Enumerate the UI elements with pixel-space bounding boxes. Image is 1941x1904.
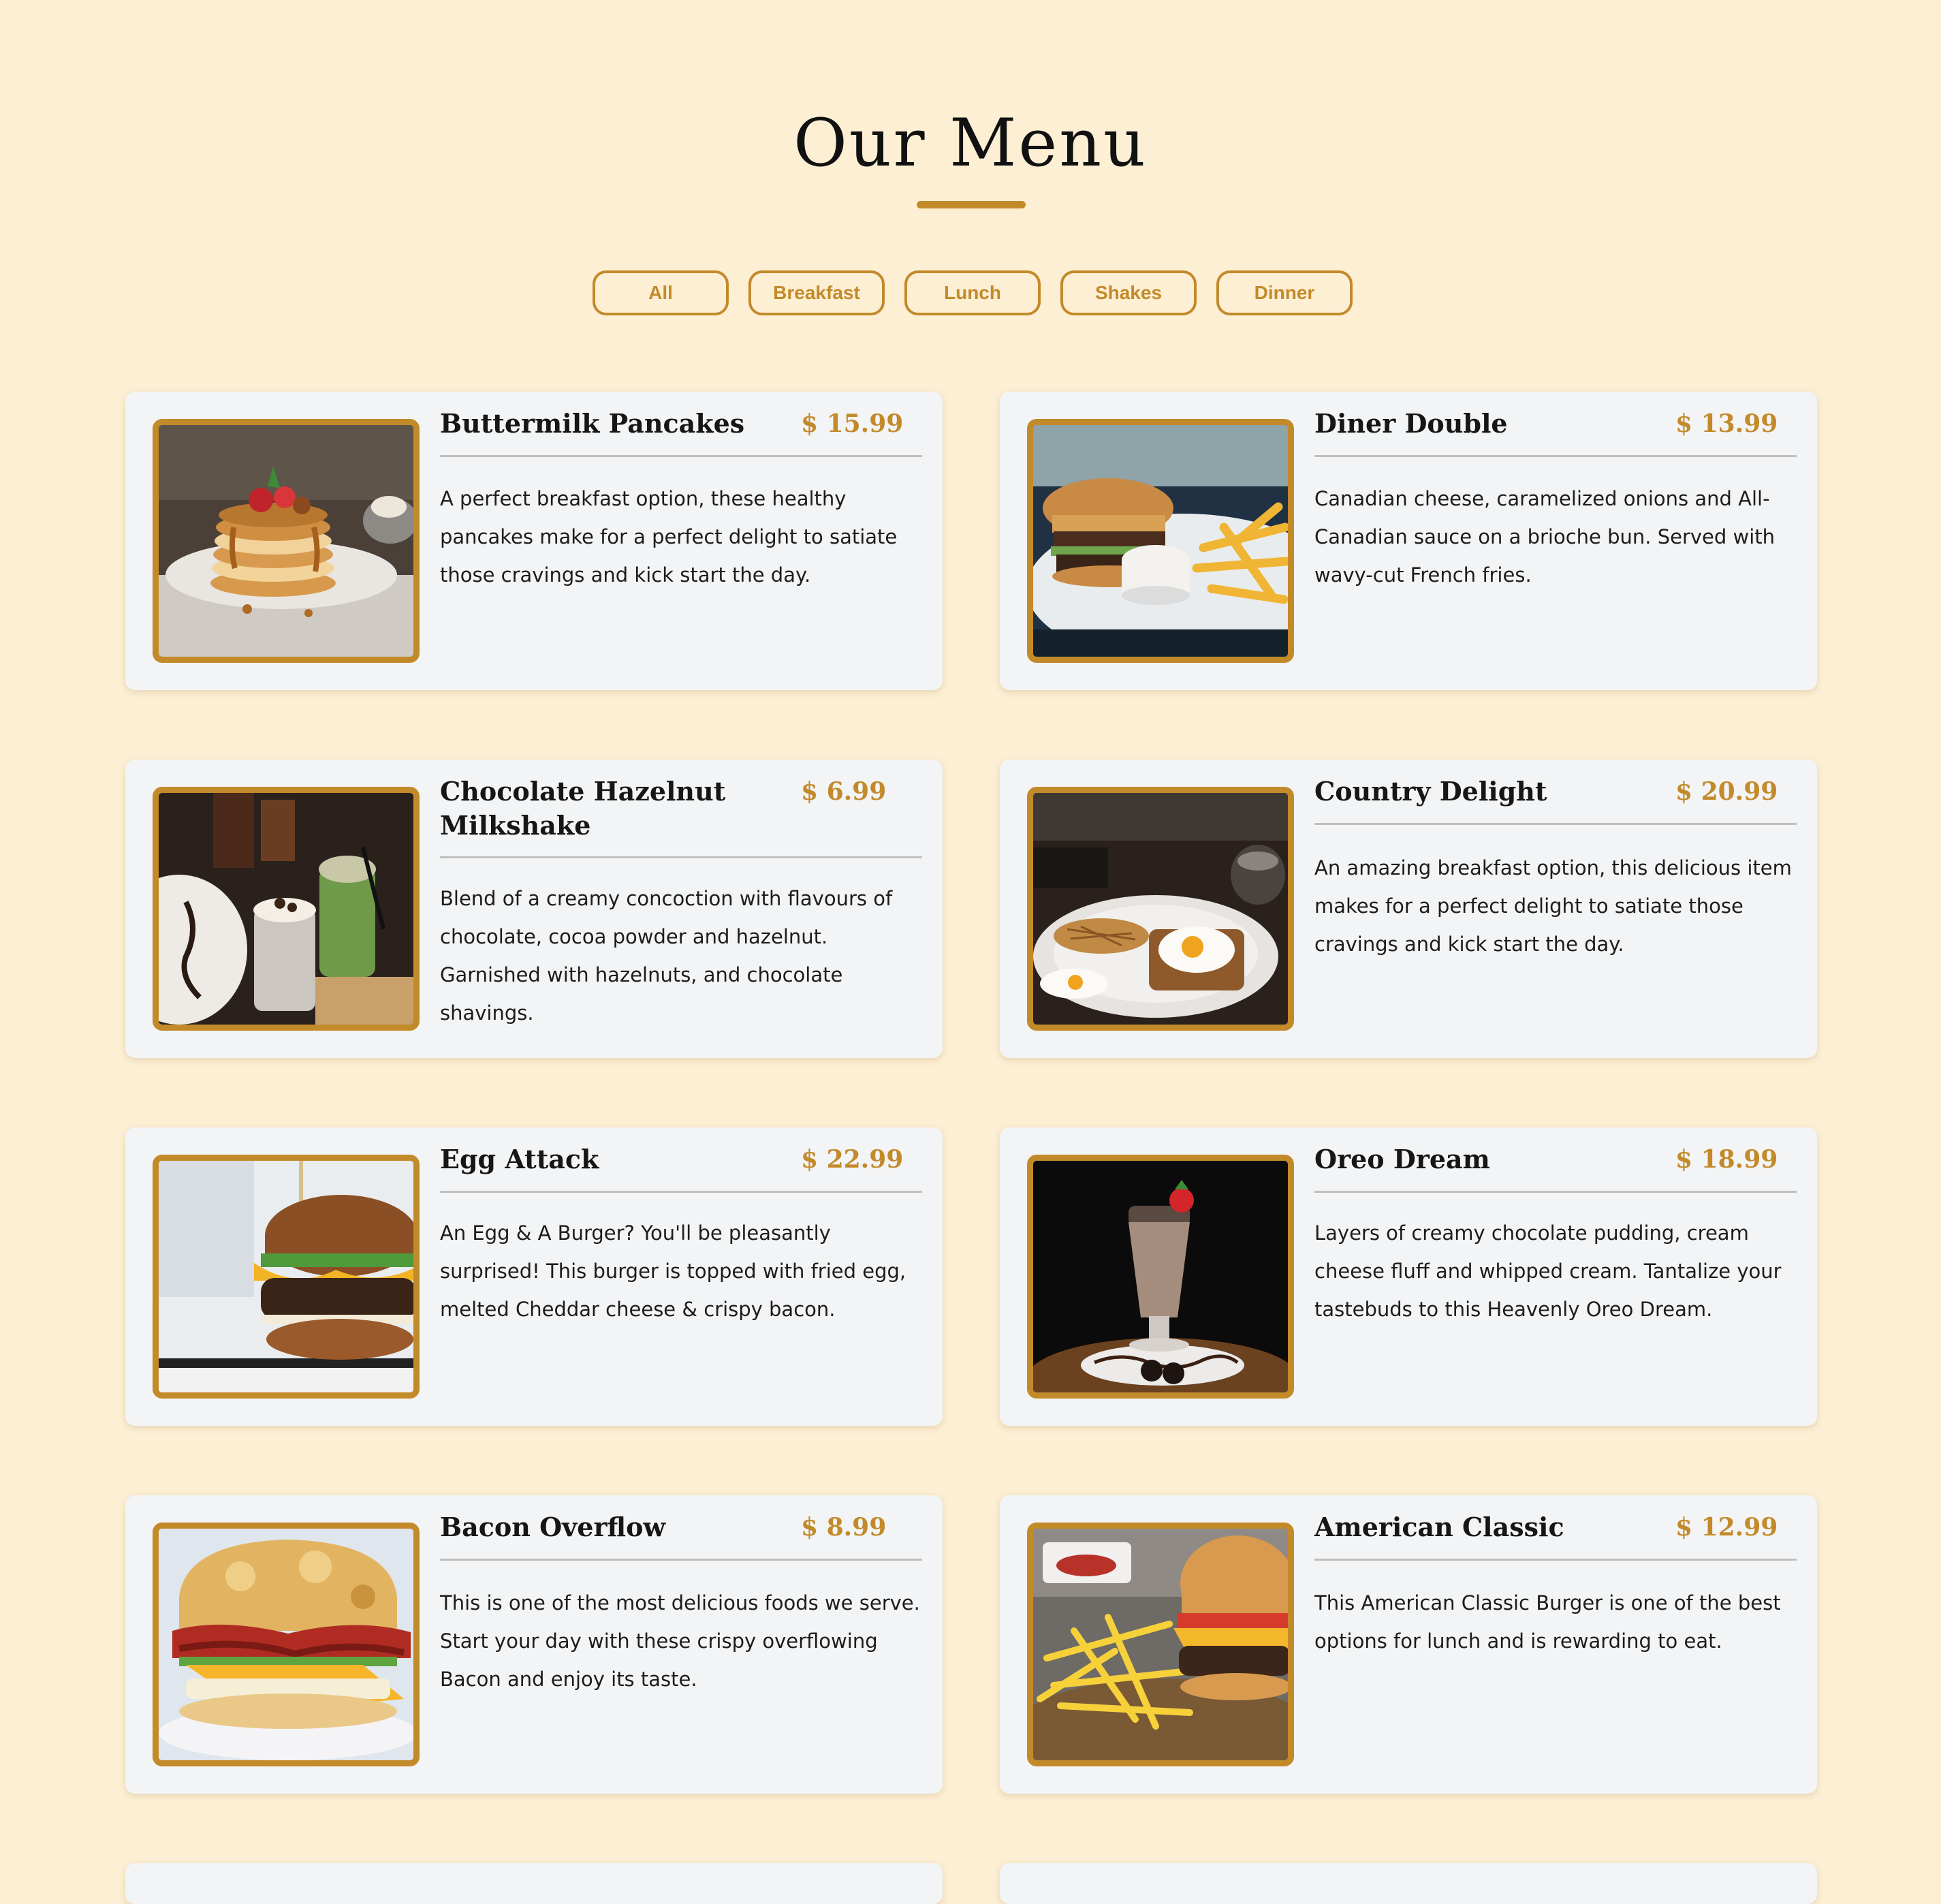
menu-item-price: $ 6.99	[801, 777, 887, 806]
divider	[1314, 1559, 1797, 1561]
pancake-stack-photo	[153, 419, 420, 663]
menu-item-description: Canadian cheese, caramelized onions and …	[1314, 487, 1776, 587]
filter-dinner-button[interactable]: Dinner	[1216, 270, 1353, 315]
menu-item-card	[1000, 1863, 1817, 1904]
menu-item-name: Chocolate Hazelnut Milkshake	[440, 776, 726, 841]
menu-item-card: Bacon Overflow $ 8.99 This is one of the…	[125, 1495, 943, 1794]
divider	[440, 1191, 922, 1193]
filter-lunch-button[interactable]: Lunch	[904, 270, 1041, 315]
title-underline	[917, 201, 1026, 208]
divider	[1314, 455, 1797, 457]
fried-eggs-toast-photo	[1027, 787, 1294, 1031]
page-title: Our Menu	[793, 105, 1148, 181]
menu-item-card: American Classic $ 12.99 This American C…	[1000, 1495, 1817, 1794]
menu-item-price: $ 20.99	[1675, 777, 1778, 806]
menu-item-description: This American Classic Burger is one of t…	[1314, 1591, 1781, 1653]
menu-item-name: Bacon Overflow	[440, 1512, 666, 1542]
menu-item-price: $ 15.99	[801, 409, 904, 438]
menu-item-card	[125, 1863, 943, 1904]
bacon-biscuit-photo	[153, 1523, 420, 1766]
menu-item-name: Egg Attack	[440, 1144, 599, 1174]
menu-item-price: $ 13.99	[1675, 409, 1778, 438]
milkshakes-photo	[153, 787, 420, 1031]
menu-item-card: Diner Double $ 13.99 Canadian cheese, ca…	[1000, 392, 1817, 690]
menu-item-card: Oreo Dream $ 18.99 Layers of creamy choc…	[1000, 1127, 1817, 1426]
menu-item-description: This is one of the most delicious foods …	[440, 1591, 920, 1691]
filter-breakfast-button[interactable]: Breakfast	[748, 270, 885, 315]
divider	[440, 856, 922, 858]
filter-all-button[interactable]: All	[593, 270, 729, 315]
menu-item-description: An Egg & A Burger? You'll be pleasantly …	[440, 1221, 906, 1321]
egg-burger-photo	[153, 1155, 420, 1399]
menu-item-card: Egg Attack $ 22.99 An Egg & A Burger? Yo…	[125, 1127, 943, 1426]
category-filter-bar: All Breakfast Lunch Shakes Dinner	[593, 270, 1353, 315]
divider	[1314, 1191, 1797, 1193]
menu-item-description: An amazing breakfast option, this delici…	[1314, 856, 1792, 956]
menu-item-price: $ 12.99	[1675, 1513, 1778, 1542]
divider	[440, 1559, 922, 1561]
filter-shakes-button[interactable]: Shakes	[1060, 270, 1197, 315]
menu-item-price: $ 22.99	[801, 1145, 904, 1174]
divider	[440, 455, 922, 457]
menu-item-name: American Classic	[1314, 1512, 1564, 1542]
menu-item-price: $ 18.99	[1675, 1145, 1778, 1174]
menu-item-card: Buttermilk Pancakes $ 15.99 A perfect br…	[125, 392, 943, 690]
menu-item-name: Country Delight	[1314, 776, 1547, 807]
menu-item-price: $ 8.99	[801, 1513, 887, 1542]
menu-item-card: Chocolate Hazelnut Milkshake $ 6.99 Blen…	[125, 760, 943, 1058]
menu-item-card: Country Delight $ 20.99 An amazing break…	[1000, 760, 1817, 1058]
menu-item-name: Oreo Dream	[1314, 1144, 1490, 1174]
menu-item-name: Diner Double	[1314, 408, 1508, 439]
menu-item-description: A perfect breakfast option, these health…	[440, 487, 898, 587]
burger-with-fries-photo	[1027, 419, 1294, 663]
menu-item-name: Buttermilk Pancakes	[440, 408, 745, 439]
divider	[1314, 823, 1797, 825]
oreo-shake-photo	[1027, 1155, 1294, 1399]
classic-burger-fries-photo	[1027, 1523, 1294, 1766]
menu-item-description: Blend of a creamy concoction with flavou…	[440, 887, 893, 1025]
menu-item-description: Layers of creamy chocolate pudding, crea…	[1314, 1221, 1782, 1321]
